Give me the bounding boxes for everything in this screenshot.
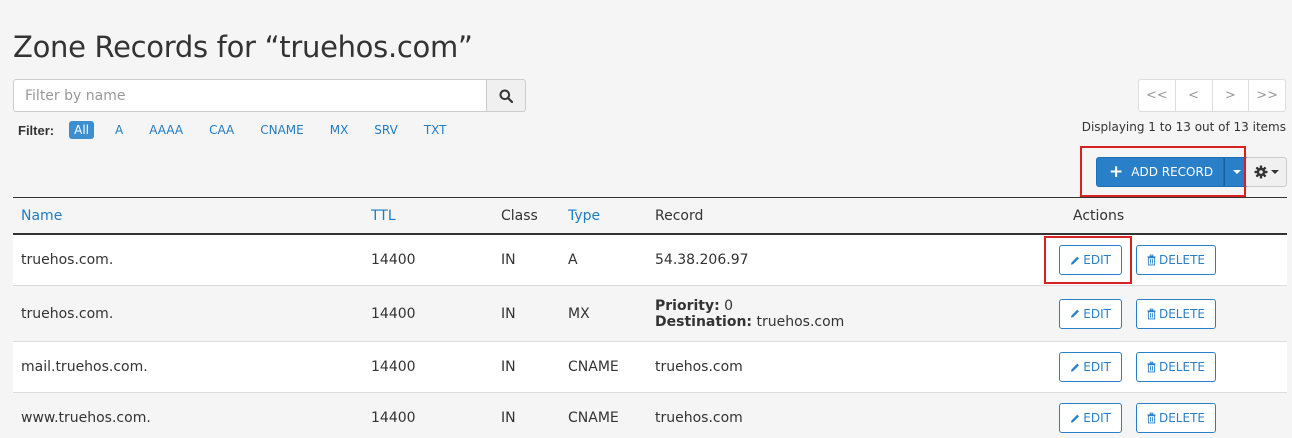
edit-button[interactable]: EDIT [1059,298,1122,329]
col-record-header: Record [655,207,704,224]
record-value: truehos.com [655,359,743,375]
zone-records-table: Name TTL Class Type Record Actions trueh… [13,197,1287,438]
filter-a[interactable]: A [110,121,128,139]
delete-label: DELETE [1158,253,1205,267]
filter-caa[interactable]: CAA [204,121,239,139]
table-header: Name TTL Class Type Record Actions [13,198,1287,235]
next-page-button[interactable]: > [1213,80,1250,111]
priority-value: 0 [724,297,734,314]
record-value: truehos.com [655,410,743,426]
delete-label: DELETE [1158,411,1205,425]
record-ttl: 14400 [371,410,416,426]
delete-button[interactable]: DELETE [1136,245,1216,275]
record-type: MX [568,305,590,322]
col-ttl-header[interactable]: TTL [363,208,493,224]
record-ttl: 14400 [371,359,416,375]
edit-label: EDIT [1083,360,1111,374]
edit-button[interactable]: EDIT [1059,245,1122,275]
record-ttl: 14400 [371,252,416,268]
table-row: truehos.com. 14400 IN MX Priority: 0 Des… [13,286,1287,342]
add-record-button[interactable]: + ADD RECORD [1096,157,1225,187]
destination-label: Destination: [655,313,753,330]
table-row: mail.truehos.com. 14400 IN CNAME truehos… [13,342,1287,393]
filter-txt[interactable]: TXT [419,121,452,139]
filter-mx[interactable]: MX [325,121,354,139]
edit-button[interactable]: EDIT [1059,352,1122,382]
type-filter: Filter: All A AAAA CAA CNAME MX SRV TXT [18,120,467,140]
trash-icon [1147,361,1156,373]
gear-icon [1254,165,1267,179]
record-name: truehos.com. [21,305,114,322]
filter-aaaa[interactable]: AAAA [144,121,188,139]
chevron-down-icon [1233,170,1242,174]
record-type: CNAME [568,359,619,375]
pencil-icon [1070,309,1079,318]
destination-value: truehos.com [756,313,845,330]
table-row: truehos.com. 14400 IN A 54.38.206.97 EDI… [13,235,1287,286]
add-record-label: ADD RECORD [1131,165,1214,179]
record-name: truehos.com. [21,252,114,268]
pencil-icon [1070,256,1079,265]
record-class: IN [501,252,516,268]
filter-all[interactable]: All [69,121,95,139]
record-ttl: 14400 [371,305,416,322]
edit-label: EDIT [1083,253,1111,267]
first-page-button[interactable]: << [1139,80,1176,111]
filter-label: Filter: [18,122,55,138]
record-value: Priority: 0 Destination: truehos.com [647,298,1025,330]
record-name: www.truehos.com. [21,410,151,426]
actions-header-label: Actions [1073,207,1125,224]
delete-label: DELETE [1158,306,1205,321]
trash-icon [1147,412,1156,424]
trash-icon [1147,254,1156,266]
edit-button[interactable]: EDIT [1059,403,1122,433]
item-count: Displaying 1 to 13 out of 13 items [1081,120,1286,134]
mx-priority: Priority: 0 [655,298,1025,314]
col-name-header[interactable]: Name [13,208,363,224]
record-value: 54.38.206.97 [655,252,749,268]
search-button[interactable] [486,79,526,112]
priority-label: Priority: [655,297,720,314]
row-actions: EDIT DELETE [1025,403,1287,433]
delete-button[interactable]: DELETE [1136,352,1216,382]
page-title: Zone Records for “truehos.com” [13,30,473,64]
pencil-icon [1070,414,1079,423]
row-actions: EDIT DELETE [1025,298,1287,329]
row-actions: EDIT DELETE [1025,352,1287,382]
col-class-header: Class [501,207,538,224]
table-row: www.truehos.com. 14400 IN CNAME truehos.… [13,393,1287,438]
trash-icon [1147,308,1156,319]
search-input[interactable] [13,79,486,112]
record-class: IN [501,305,516,322]
record-class: IN [501,359,516,375]
last-page-button[interactable]: >> [1249,80,1285,111]
record-type: A [568,252,578,268]
row-actions: EDIT DELETE [1025,245,1287,275]
pagination: << < > >> [1138,79,1286,112]
plus-icon: + [1109,161,1124,182]
chevron-down-icon [1270,170,1279,174]
mx-destination: Destination: truehos.com [655,314,1025,330]
edit-label: EDIT [1083,306,1111,321]
search-bar [13,79,526,112]
edit-label: EDIT [1083,411,1111,425]
delete-button[interactable]: DELETE [1136,298,1216,329]
search-icon [499,89,513,103]
delete-button[interactable]: DELETE [1136,403,1216,433]
settings-button[interactable] [1245,157,1287,187]
col-actions-header: Actions [1025,208,1287,224]
prev-page-button[interactable]: < [1176,80,1213,111]
filter-srv[interactable]: SRV [369,121,403,139]
record-class: IN [501,410,516,426]
col-type-header[interactable]: Type [560,208,647,224]
filter-cname[interactable]: CNAME [255,121,309,139]
record-name: mail.truehos.com. [21,359,148,375]
add-record-group: + ADD RECORD [1096,157,1251,187]
record-type: CNAME [568,410,619,426]
delete-label: DELETE [1158,360,1205,374]
pencil-icon [1070,363,1079,372]
